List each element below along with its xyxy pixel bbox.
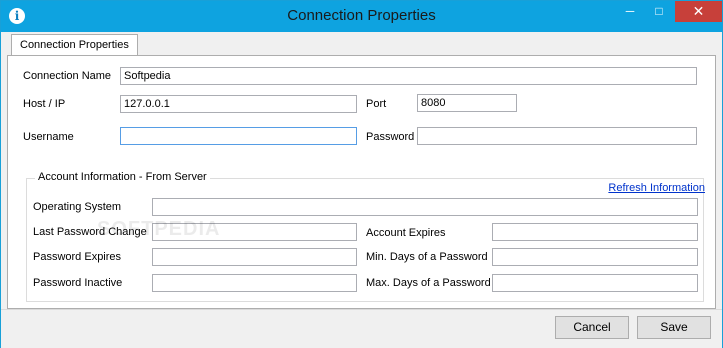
connection-name-field[interactable] bbox=[120, 67, 697, 85]
password-label: Password bbox=[366, 131, 415, 143]
min-days-field[interactable] bbox=[492, 248, 698, 266]
password-inactive-label: Password Inactive bbox=[33, 277, 123, 289]
connection-name-label: Connection Name bbox=[23, 70, 112, 82]
account-expires-label: Account Expires bbox=[366, 227, 446, 239]
account-information-title: Account Information - From Server bbox=[35, 171, 210, 183]
password-inactive-field[interactable] bbox=[152, 274, 357, 292]
title-bar[interactable]: i Connection Properties ─ □ ✕ bbox=[1, 1, 722, 32]
tab-strip: Connection Properties bbox=[7, 34, 718, 57]
password-expires-label: Password Expires bbox=[33, 251, 122, 263]
window-title: Connection Properties bbox=[287, 7, 436, 24]
max-days-label: Max. Days of a Password bbox=[366, 277, 491, 289]
max-days-field[interactable] bbox=[492, 274, 698, 292]
operating-system-label: Operating System bbox=[33, 201, 122, 213]
tab-connection-properties[interactable]: Connection Properties bbox=[11, 34, 138, 57]
close-button[interactable]: ✕ bbox=[675, 1, 722, 22]
account-expires-field[interactable] bbox=[492, 223, 698, 241]
tab-panel: Connection Name Host / IP Port Username … bbox=[7, 55, 716, 309]
cancel-button[interactable]: Cancel bbox=[555, 316, 629, 339]
port-label: Port bbox=[366, 98, 387, 110]
port-field[interactable] bbox=[417, 94, 517, 112]
last-password-change-label: Last Password Change bbox=[33, 226, 147, 238]
button-bar: Cancel Save bbox=[1, 309, 722, 348]
minimize-button[interactable]: ─ bbox=[617, 1, 643, 22]
connection-properties-window: i Connection Properties ─ □ ✕ Connection… bbox=[0, 0, 723, 348]
account-information-group: Account Information - From Server Refres… bbox=[26, 171, 705, 302]
host-label: Host / IP bbox=[23, 98, 66, 110]
save-button[interactable]: Save bbox=[637, 316, 711, 339]
host-field[interactable] bbox=[120, 95, 357, 113]
maximize-button[interactable]: □ bbox=[646, 1, 672, 22]
operating-system-field[interactable] bbox=[152, 198, 698, 216]
min-days-label: Min. Days of a Password bbox=[366, 251, 488, 263]
password-field[interactable] bbox=[417, 127, 697, 145]
username-field[interactable] bbox=[120, 127, 357, 145]
refresh-information-link[interactable]: Refresh Information bbox=[608, 182, 705, 194]
password-expires-field[interactable] bbox=[152, 248, 357, 266]
last-password-change-field[interactable] bbox=[152, 223, 357, 241]
username-label: Username bbox=[23, 131, 74, 143]
